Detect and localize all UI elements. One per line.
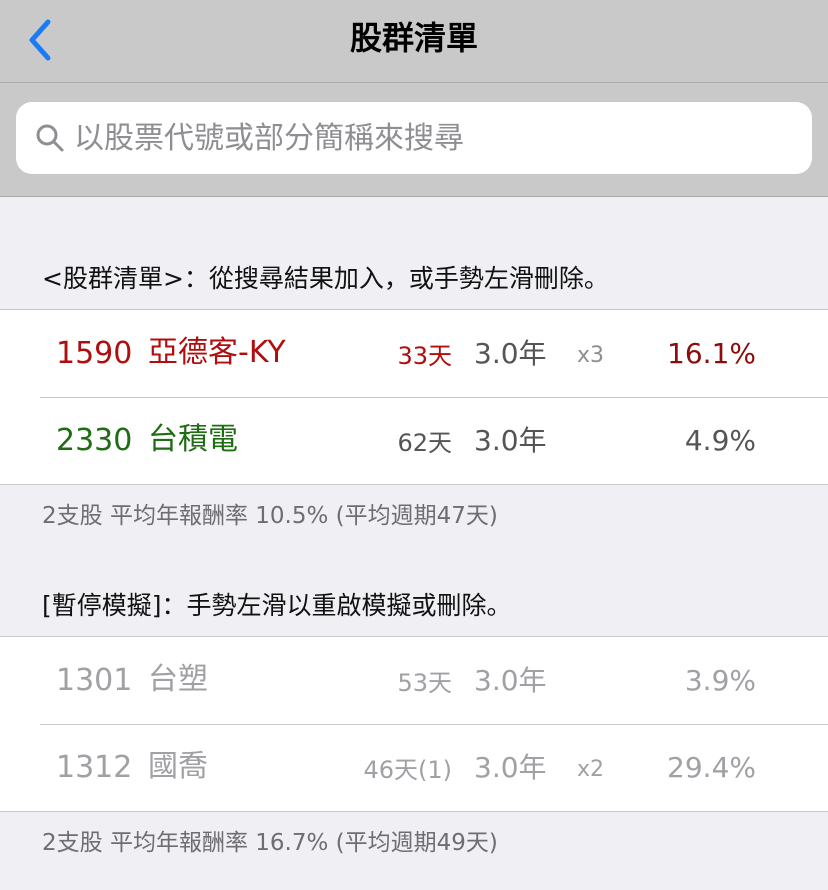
- stock-row-1312[interactable]: 1312 國喬 46天(1) 3.0年 x2 29.4%: [0, 724, 828, 811]
- stock-group-header: <股群清單>：從搜尋結果加入，或手勢左滑刪除。: [42, 264, 609, 293]
- stock-return-pct: 3.9%: [684, 664, 756, 697]
- stock-row-2330[interactable]: 2330 台積電 62天 3.0年 4.9%: [0, 397, 828, 484]
- stock-days: 62天: [397, 429, 452, 457]
- stock-name: 台塑: [148, 662, 208, 697]
- stock-code: 2330: [56, 423, 133, 458]
- stock-days: 46天(1): [363, 756, 452, 784]
- page-title: 股群清單: [349, 19, 478, 57]
- navigation-bar: 股群清單: [0, 0, 828, 83]
- stock-group-list: 1590 亞德客-KY 33天 3.0年 x3 16.1% 2330 台積電 6…: [0, 309, 828, 485]
- paused-group-header: [暫停模擬]：手勢左滑以重啟模擬或刪除。: [42, 591, 512, 620]
- stock-period: 3.0年: [474, 751, 547, 784]
- search-input[interactable]: [74, 112, 794, 164]
- stock-multiplier: x3: [577, 343, 605, 368]
- stock-period: 3.0年: [474, 337, 547, 370]
- stock-period: 3.0年: [474, 424, 547, 457]
- paused-group-summary: 2支股 平均年報酬率 16.7% (平均週期49天): [42, 830, 498, 856]
- search-box[interactable]: [16, 102, 812, 174]
- search-bar: [0, 83, 828, 197]
- stock-code: 1312: [56, 750, 133, 785]
- stock-return-pct: 4.9%: [684, 424, 756, 457]
- paused-group-list: 1301 台塑 53天 3.0年 3.9% 1312 國喬 46天(1) 3.0…: [0, 636, 828, 812]
- stock-row-1301[interactable]: 1301 台塑 53天 3.0年 3.9%: [0, 637, 828, 724]
- stock-name: 國喬: [148, 749, 208, 784]
- stock-days: 53天: [397, 669, 452, 697]
- stock-multiplier: x2: [577, 757, 605, 782]
- stock-row-1590[interactable]: 1590 亞德客-KY 33天 3.0年 x3 16.1%: [0, 310, 828, 397]
- stock-days: 33天: [397, 342, 452, 370]
- stock-period: 3.0年: [474, 664, 547, 697]
- stock-group-summary: 2支股 平均年報酬率 10.5% (平均週期47天): [42, 503, 498, 529]
- stock-code: 1301: [56, 663, 133, 698]
- search-icon: [36, 124, 64, 152]
- stock-code: 1590: [56, 336, 133, 371]
- stock-name: 台積電: [148, 422, 238, 457]
- stock-return-pct: 29.4%: [667, 751, 756, 784]
- stock-return-pct: 16.1%: [667, 337, 756, 370]
- stock-name: 亞德客-KY: [148, 335, 286, 370]
